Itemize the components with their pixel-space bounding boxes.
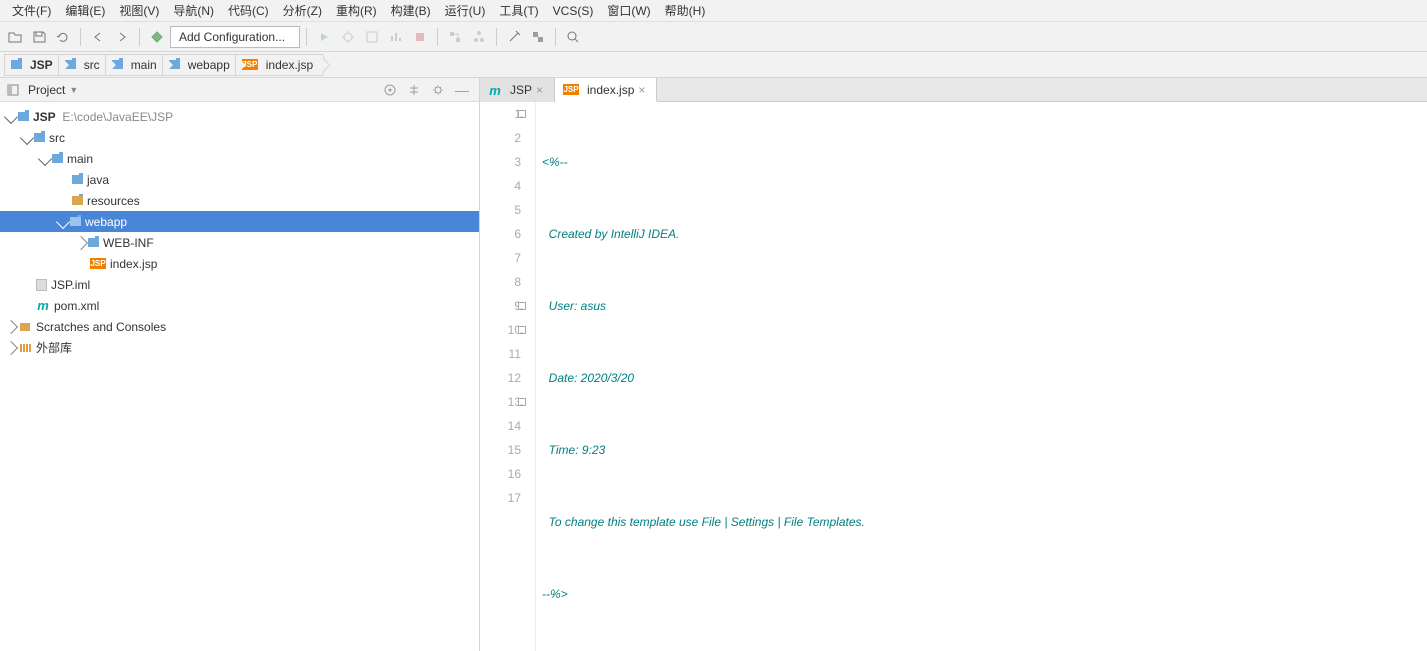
file-icon [36, 279, 47, 291]
build-icon[interactable] [146, 26, 168, 48]
run-config-label: Add Configuration... [179, 30, 285, 44]
folder-icon [72, 175, 83, 184]
gutter: 1 23456 7 8 9 10 1112 13 14151617 [480, 102, 536, 651]
save-icon[interactable] [28, 26, 50, 48]
close-icon[interactable]: × [638, 83, 648, 97]
open-icon[interactable] [4, 26, 26, 48]
resources-icon [72, 196, 83, 205]
folder-icon [18, 112, 29, 121]
menu-tools[interactable]: 工具(T) [493, 0, 544, 21]
project-panel: Project ▼ — JSP E:\code\JavaEE\JSP src m… [0, 78, 480, 651]
dropdown-icon: ▼ [69, 85, 78, 95]
separator [306, 28, 307, 46]
code-body[interactable]: <%-- Created by IntelliJ IDEA. User: asu… [536, 102, 1427, 651]
menu-edit[interactable]: 编辑(E) [59, 0, 111, 21]
run-icon[interactable] [313, 26, 335, 48]
fold-icon[interactable] [518, 398, 526, 406]
editor-tabs: mJSP× JSPindex.jsp× [480, 78, 1427, 102]
library-icon [18, 341, 32, 355]
structure-icon[interactable] [444, 26, 466, 48]
tree-scratches[interactable]: Scratches and Consoles [0, 316, 479, 337]
jsp-icon: JSP [90, 258, 106, 269]
breadcrumb-index[interactable]: JSPindex.jsp [235, 54, 324, 76]
tree-src[interactable]: src [0, 127, 479, 148]
profile-icon[interactable] [385, 26, 407, 48]
menu-window[interactable]: 窗口(W) [601, 0, 656, 21]
menu-code[interactable]: 代码(C) [222, 0, 275, 21]
refresh-icon[interactable] [52, 26, 74, 48]
tree-main[interactable]: main [0, 148, 479, 169]
separator [139, 28, 140, 46]
separator [437, 28, 438, 46]
toolbar: Add Configuration... [0, 22, 1427, 52]
tree-webapp[interactable]: webapp [0, 211, 479, 232]
run-config-combo[interactable]: Add Configuration... [170, 26, 300, 48]
project-panel-title[interactable]: Project ▼ [6, 83, 379, 97]
tab-index-jsp[interactable]: JSPindex.jsp× [555, 78, 657, 102]
fold-icon[interactable] [518, 326, 526, 334]
folder-icon [52, 154, 63, 163]
fold-icon[interactable] [518, 110, 526, 118]
project-icon [6, 83, 20, 97]
locate-icon[interactable] [379, 79, 401, 101]
tree-resources[interactable]: resources [0, 190, 479, 211]
tree-jspiml[interactable]: JSP.iml [0, 274, 479, 295]
menu-navigate[interactable]: 导航(N) [167, 0, 220, 21]
stop-icon[interactable] [409, 26, 431, 48]
jsp-icon: JSP [563, 84, 579, 95]
tree-external[interactable]: 外部库 [0, 337, 479, 358]
tab-jsp-module[interactable]: mJSP× [480, 78, 555, 102]
web-folder-icon [70, 217, 81, 226]
gear-icon[interactable] [427, 79, 449, 101]
forward-icon[interactable] [111, 26, 133, 48]
project-tree: JSP E:\code\JavaEE\JSP src main java res… [0, 102, 479, 362]
tree-indexjsp[interactable]: JSPindex.jsp [0, 253, 479, 274]
menu-build[interactable]: 构建(B) [385, 0, 437, 21]
search-icon[interactable] [562, 26, 584, 48]
separator [555, 28, 556, 46]
coverage-icon[interactable] [361, 26, 383, 48]
collapse-icon[interactable] [403, 79, 425, 101]
tree-pomxml[interactable]: mpom.xml [0, 295, 479, 316]
fold-icon[interactable] [518, 302, 526, 310]
breadcrumb-webapp[interactable]: webapp [162, 54, 241, 76]
menu-view[interactable]: 视图(V) [113, 0, 165, 21]
settings-icon[interactable] [503, 26, 525, 48]
tree-root[interactable]: JSP E:\code\JavaEE\JSP [0, 106, 479, 127]
menu-vcs[interactable]: VCS(S) [547, 2, 600, 20]
scratches-icon [18, 320, 32, 334]
folder-icon [11, 60, 22, 69]
menu-analyze[interactable]: 分析(Z) [277, 0, 328, 21]
code-editor[interactable]: 1 23456 7 8 9 10 1112 13 14151617 <%-- C… [480, 102, 1427, 651]
tree-java[interactable]: java [0, 169, 479, 190]
hide-icon[interactable]: — [451, 79, 473, 101]
menu-bar: 文件(F) 编辑(E) 视图(V) 导航(N) 代码(C) 分析(Z) 重构(R… [0, 0, 1427, 22]
debug-icon[interactable] [337, 26, 359, 48]
breadcrumb-bar: JSP src main webapp JSPindex.jsp [0, 52, 1427, 78]
editor-area: mJSP× JSPindex.jsp× 1 23456 7 8 9 10 111… [480, 78, 1427, 651]
breadcrumb-jsp[interactable]: JSP [4, 54, 64, 76]
folder-icon [34, 133, 45, 142]
separator [496, 28, 497, 46]
project-structure-icon[interactable] [527, 26, 549, 48]
back-icon[interactable] [87, 26, 109, 48]
hierarchy-icon[interactable] [468, 26, 490, 48]
menu-run[interactable]: 运行(U) [439, 0, 492, 21]
tree-webinf[interactable]: WEB-INF [0, 232, 479, 253]
folder-icon [88, 238, 99, 247]
menu-help[interactable]: 帮助(H) [659, 0, 712, 21]
menu-file[interactable]: 文件(F) [6, 0, 57, 21]
menu-refactor[interactable]: 重构(R) [330, 0, 383, 21]
separator [80, 28, 81, 46]
maven-icon: m [36, 299, 50, 313]
maven-icon: m [488, 83, 502, 97]
close-icon[interactable]: × [536, 83, 546, 97]
